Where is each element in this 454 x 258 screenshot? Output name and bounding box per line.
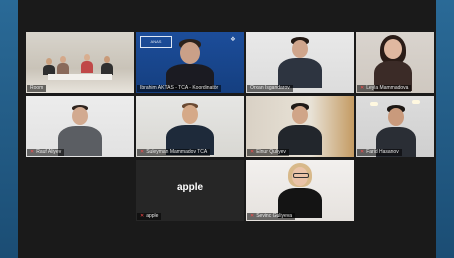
participant-name-label: ✕ Rauf Aliyev — [27, 149, 65, 156]
video-meeting-window: Room ANAS ❖ Ibrahim AKTAS - TCA - Koordi… — [18, 0, 436, 258]
participant-name-label: Orxan Isgandarov — [247, 85, 293, 92]
conference-table — [48, 74, 112, 80]
desktop-right-edge — [436, 0, 454, 258]
microphone-muted-icon: ✕ — [140, 213, 145, 219]
video-tile-suleyman-active-speaker[interactable]: ✕ Suleyman Mammadov TCA — [136, 96, 244, 157]
microphone-muted-icon: ✕ — [250, 149, 255, 155]
video-tile-leyla[interactable]: ✕ Leyla Mammadova — [356, 32, 434, 93]
organization-logo: ANAS — [140, 36, 172, 48]
video-tile-elnur[interactable]: ✕ Elnur Quliyev — [246, 96, 354, 157]
video-tile-rauf[interactable]: ✕ Rauf Aliyev — [26, 96, 134, 157]
participant-name-label: ✕ Sevinc Guliyeva — [247, 213, 296, 220]
participant-placeholder-name: apple — [176, 182, 204, 193]
video-tile-apple[interactable]: apple ✕ apple — [136, 160, 244, 221]
microphone-muted-icon: ✕ — [360, 149, 365, 155]
video-tile-ibrahim[interactable]: ANAS ❖ Ibrahim AKTAS - TCA - Koordinatör — [136, 32, 244, 93]
participant-name-label: ✕ apple — [137, 213, 162, 220]
participant-name-label: Room — [27, 85, 47, 92]
participant-name-label: ✕ Suleyman Mammadov TCA — [137, 149, 211, 156]
ceiling-light — [370, 102, 378, 106]
ceiling-light — [412, 100, 420, 104]
video-tile-room[interactable]: Room — [26, 32, 134, 93]
glasses-icon — [293, 173, 309, 178]
participant-name-label: ✕ Leyla Mammadova — [357, 85, 412, 92]
participant-name-label: Ibrahim AKTAS - TCA - Koordinatör — [137, 85, 222, 92]
microphone-muted-icon: ✕ — [360, 85, 365, 91]
desktop-left-edge — [0, 0, 18, 258]
video-tile-sevinc[interactable]: ✕ Sevinc Guliyeva — [246, 160, 354, 221]
video-tile-farid[interactable]: ✕ Farid Hasanov — [356, 96, 434, 157]
emblem-icon: ❖ — [230, 37, 236, 43]
microphone-muted-icon: ✕ — [250, 213, 255, 219]
video-tile-orxan[interactable]: Orxan Isgandarov — [246, 32, 354, 93]
microphone-muted-icon: ✕ — [140, 149, 145, 155]
microphone-muted-icon: ✕ — [30, 149, 35, 155]
participant-name-label: ✕ Elnur Quliyev — [247, 149, 289, 156]
participant-name-label: ✕ Farid Hasanov — [357, 149, 402, 156]
